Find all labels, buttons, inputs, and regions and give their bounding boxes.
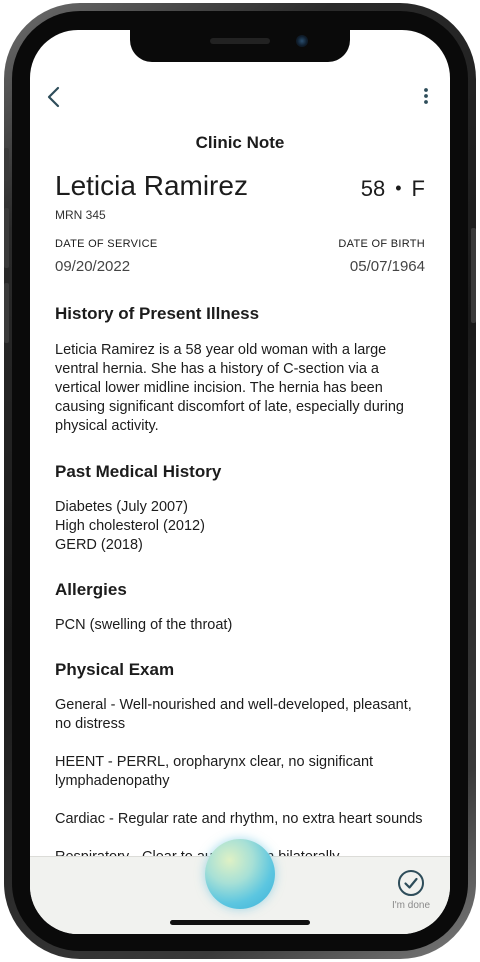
date-row: DATE OF SERVICE 09/20/2022 DATE OF BIRTH… [55, 238, 425, 286]
exam-heent: HEENT - PERRL, oropharynx clear, no sign… [55, 754, 374, 789]
date-of-birth: DATE OF BIRTH 05/07/1964 [338, 238, 425, 275]
pmh-section: Past Medical History Diabetes (July 2007… [55, 462, 425, 555]
date-of-service-value: 09/20/2022 [55, 258, 131, 275]
hpi-heading: History of Present Illness [55, 304, 260, 323]
assistant-orb-button[interactable] [205, 839, 275, 909]
pmh-list: Diabetes (July 2007) High cholesterol (2… [55, 498, 425, 555]
exam-general: General - Well-nourished and well-develo… [55, 697, 412, 732]
date-of-service: DATE OF SERVICE 09/20/2022 [55, 238, 158, 275]
more-options-button[interactable] [420, 86, 432, 106]
hpi-text: Leticia Ramirez is a 58 year old woman w… [55, 342, 404, 434]
notch [130, 30, 350, 62]
more-vertical-icon [424, 88, 428, 104]
date-of-birth-value: 05/07/1964 [349, 258, 425, 275]
power-button [471, 228, 476, 323]
patient-header: Leticia Ramirez 58 • F [55, 170, 425, 210]
physical-exam-section: Physical Exam General - Well-nourished a… [55, 660, 425, 867]
pmh-heading: Past Medical History [55, 462, 222, 481]
front-camera [296, 35, 308, 47]
chevron-left-icon [47, 86, 60, 108]
volume-up-button [4, 208, 9, 268]
pmh-item: GERD (2018) [55, 537, 143, 553]
allergies-text: PCN (swelling of the throat) [55, 617, 233, 633]
screen: Clinic Note Leticia Ramirez 58 • F MRN 345… [30, 30, 450, 934]
pmh-item: Diabetes (July 2007) [55, 499, 188, 515]
patient-age: 58 [360, 176, 386, 201]
allergies-heading: Allergies [55, 580, 127, 599]
volume-down-button [4, 283, 9, 343]
date-of-birth-label: DATE OF BIRTH [338, 238, 425, 250]
mute-switch [4, 148, 9, 178]
patient-age-sex: 58 • F [361, 176, 425, 202]
patient-name: Leticia Ramirez [55, 170, 248, 201]
done-label: I'm done [391, 900, 431, 911]
home-indicator[interactable] [170, 920, 310, 925]
patient-mrn: MRN 345 [55, 208, 106, 222]
separator-dot: • [395, 178, 402, 198]
exam-cardiac: Cardiac - Regular rate and rhythm, no ex… [55, 811, 423, 827]
patient-sex: F [411, 176, 425, 201]
check-circle-icon [398, 870, 424, 896]
date-of-service-label: DATE OF SERVICE [55, 238, 158, 250]
speaker-grille [210, 38, 270, 44]
physical-exam-heading: Physical Exam [55, 660, 175, 679]
pmh-item: High cholesterol (2012) [55, 518, 205, 534]
bottom-bar: I'm done [30, 839, 450, 934]
page-title: Clinic Note [195, 133, 285, 152]
hpi-section: History of Present Illness Leticia Ramir… [55, 304, 425, 436]
done-button[interactable]: I'm done [386, 869, 436, 911]
note-content: Leticia Ramirez 58 • F MRN 345 DATE OF SER… [55, 170, 425, 867]
back-button[interactable] [44, 85, 66, 109]
allergies-section: Allergies PCN (swelling of the throat) [55, 580, 425, 635]
